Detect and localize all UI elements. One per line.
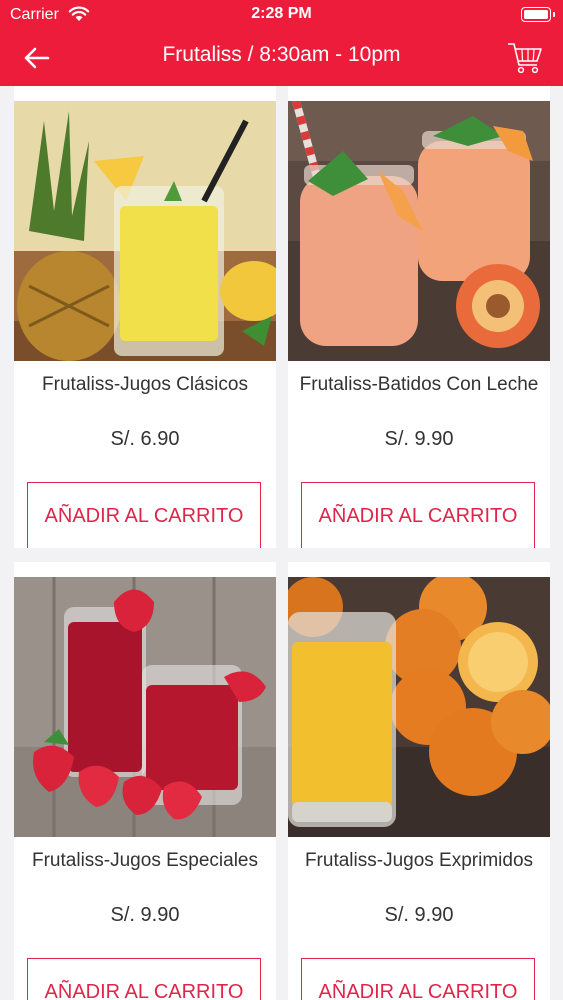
product-price: S/. 9.90 bbox=[110, 904, 180, 926]
strawberry-juice-image bbox=[14, 577, 276, 837]
product-card[interactable]: Frutaliss-Batidos Con Leche S/. 9.90 AÑA… bbox=[288, 86, 550, 548]
back-arrow-icon bbox=[24, 47, 50, 69]
status-bar: Carrier 2:28 PM bbox=[0, 0, 563, 30]
product-card[interactable]: Frutaliss-Jugos Clásicos S/. 6.90 AÑADIR… bbox=[14, 86, 276, 548]
pineapple-juice-image bbox=[14, 101, 276, 361]
product-grid: Frutaliss-Jugos Clásicos S/. 6.90 AÑADIR… bbox=[0, 86, 563, 1000]
add-to-cart-button[interactable]: AÑADIR AL CARRITO bbox=[301, 482, 535, 548]
product-price: S/. 6.90 bbox=[110, 428, 180, 450]
orange-juice-image bbox=[288, 577, 550, 837]
back-button[interactable] bbox=[20, 42, 52, 74]
product-image[interactable] bbox=[288, 577, 550, 837]
battery-icon bbox=[521, 7, 555, 22]
add-to-cart-button[interactable]: AÑADIR AL CARRITO bbox=[301, 958, 535, 1000]
peach-smoothie-image bbox=[288, 101, 550, 361]
cart-button[interactable] bbox=[507, 40, 543, 76]
product-name: Frutaliss-Jugos Clásicos bbox=[42, 374, 248, 395]
add-to-cart-button[interactable]: AÑADIR AL CARRITO bbox=[27, 482, 261, 548]
product-name: Frutaliss-Jugos Exprimidos bbox=[304, 850, 534, 871]
page-title: Frutaliss / 8:30am - 10pm bbox=[162, 43, 401, 66]
nav-bar: Frutaliss / 8:30am - 10pm bbox=[0, 30, 563, 86]
product-card[interactable]: Frutaliss-Jugos Especiales S/. 9.90 AÑAD… bbox=[14, 562, 276, 1000]
product-image[interactable] bbox=[288, 101, 550, 361]
product-image[interactable] bbox=[14, 101, 276, 361]
add-to-cart-button[interactable]: AÑADIR AL CARRITO bbox=[27, 958, 261, 1000]
product-image[interactable] bbox=[14, 577, 276, 837]
product-name: Frutaliss-Batidos Con Leche bbox=[299, 374, 539, 395]
product-price: S/. 9.90 bbox=[384, 428, 454, 450]
status-time: 2:28 PM bbox=[251, 5, 312, 22]
product-name: Frutaliss-Jugos Especiales bbox=[32, 850, 258, 871]
cart-icon bbox=[508, 43, 542, 74]
product-price: S/. 9.90 bbox=[384, 904, 454, 926]
product-card[interactable]: Frutaliss-Jugos Exprimidos S/. 9.90 AÑAD… bbox=[288, 562, 550, 1000]
